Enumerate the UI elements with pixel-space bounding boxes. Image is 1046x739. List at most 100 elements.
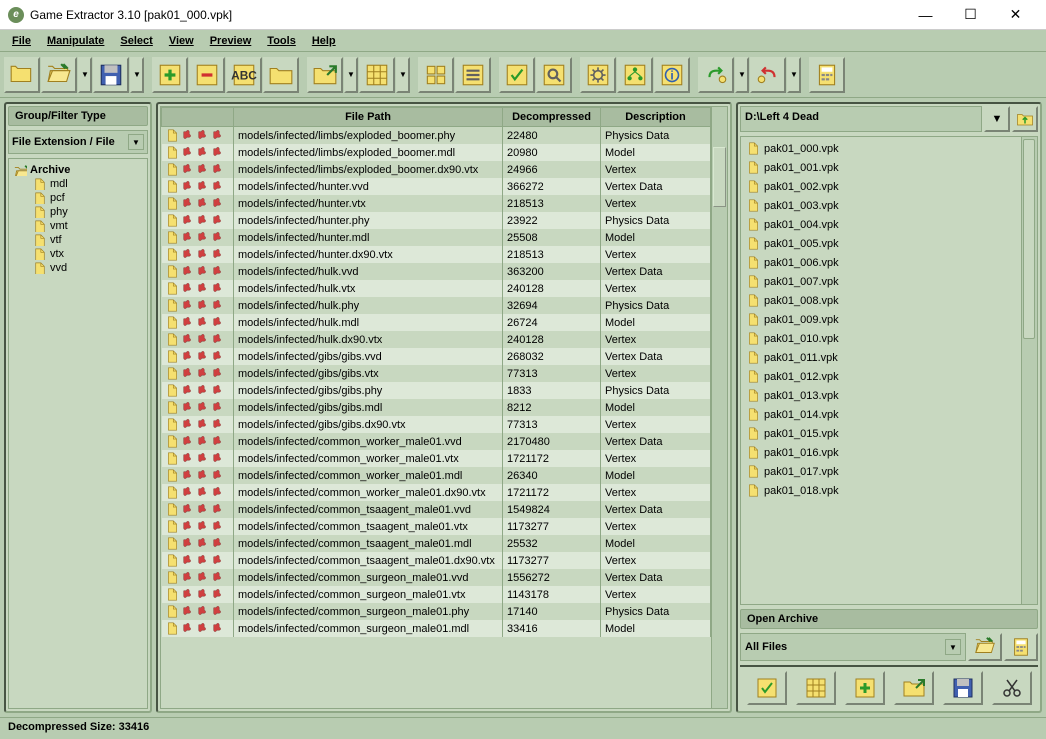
table-row[interactable]: models/infected/hunter.phy23922Physics D… — [162, 212, 711, 229]
redo-dropdown[interactable]: ▼ — [735, 57, 749, 93]
file-item[interactable]: pak01_014.vpk — [743, 405, 1035, 424]
table-row[interactable]: models/infected/hulk.vtx240128Vertex — [162, 280, 711, 297]
file-item[interactable]: pak01_003.vpk — [743, 196, 1035, 215]
settings-button[interactable] — [580, 57, 616, 93]
table-row[interactable]: models/infected/gibs/gibs.dx90.vtx77313V… — [162, 416, 711, 433]
file-item[interactable]: pak01_006.vpk — [743, 253, 1035, 272]
table-row[interactable]: models/infected/hunter.mdl25508Model — [162, 229, 711, 246]
file-item[interactable]: pak01_004.vpk — [743, 215, 1035, 234]
table-row[interactable]: models/infected/common_tsaagent_male01.v… — [162, 501, 711, 518]
tree-item[interactable]: vtx — [13, 247, 143, 261]
table-row[interactable]: models/infected/gibs/gibs.phy1833Physics… — [162, 382, 711, 399]
menu-view[interactable]: View — [161, 33, 202, 49]
table-row[interactable]: models/infected/limbs/exploded_boomer.ph… — [162, 127, 711, 145]
browse-button[interactable] — [968, 633, 1002, 661]
extract-button[interactable] — [263, 57, 299, 93]
table-row[interactable]: models/infected/common_worker_male01.dx9… — [162, 484, 711, 501]
tree-item[interactable]: vvd — [13, 261, 143, 275]
menu-tools[interactable]: Tools — [259, 33, 304, 49]
file-scrollbar[interactable] — [1021, 137, 1037, 604]
action-4-button[interactable] — [894, 671, 934, 705]
new-button[interactable] — [4, 57, 40, 93]
file-table[interactable]: File PathDecompressedDescription models/… — [161, 107, 711, 637]
redo-button[interactable] — [698, 57, 734, 93]
table-row[interactable]: models/infected/hunter.dx90.vtx218513Ver… — [162, 246, 711, 263]
archive-tree[interactable]: Archivemdlpcfphyvmtvtfvtxvvd — [8, 158, 148, 709]
file-item[interactable]: pak01_005.vpk — [743, 234, 1035, 253]
close-button[interactable]: ✕ — [993, 1, 1038, 29]
tree-item[interactable]: mdl — [13, 177, 143, 191]
file-item[interactable]: pak01_009.vpk — [743, 310, 1035, 329]
search-button[interactable] — [536, 57, 572, 93]
vertical-scrollbar[interactable] — [711, 107, 727, 708]
menu-select[interactable]: Select — [112, 33, 160, 49]
file-item[interactable]: pak01_018.vpk — [743, 481, 1035, 500]
open-button[interactable] — [41, 57, 77, 93]
table-row[interactable]: models/infected/hulk.dx90.vtx240128Verte… — [162, 331, 711, 348]
calc-button-2[interactable] — [1004, 633, 1038, 661]
tree-item[interactable]: pcf — [13, 191, 143, 205]
table-row[interactable]: models/infected/hunter.vvd366272Vertex D… — [162, 178, 711, 195]
path-field[interactable]: D:\Left 4 Dead — [740, 106, 982, 132]
undo-button[interactable] — [750, 57, 786, 93]
file-item[interactable]: pak01_017.vpk — [743, 462, 1035, 481]
up-folder-button[interactable] — [1012, 106, 1038, 132]
table-button[interactable] — [359, 57, 395, 93]
export-dropdown[interactable]: ▼ — [344, 57, 358, 93]
tree-item[interactable]: vmt — [13, 219, 143, 233]
export-button[interactable] — [307, 57, 343, 93]
filter-type-combo[interactable]: File Extension / File ▼ — [8, 130, 148, 154]
info-button[interactable] — [654, 57, 690, 93]
file-item[interactable]: pak01_010.vpk — [743, 329, 1035, 348]
file-filter-combo[interactable]: All Files ▼ — [740, 633, 966, 661]
file-item[interactable]: pak01_013.vpk — [743, 386, 1035, 405]
verify-button[interactable] — [499, 57, 535, 93]
table-row[interactable]: models/infected/common_tsaagent_male01.m… — [162, 535, 711, 552]
select-all-button[interactable] — [418, 57, 454, 93]
save-button[interactable] — [93, 57, 129, 93]
menu-help[interactable]: Help — [304, 33, 344, 49]
undo-dropdown[interactable]: ▼ — [787, 57, 801, 93]
table-row[interactable]: models/infected/gibs/gibs.mdl8212Model — [162, 399, 711, 416]
table-row[interactable]: models/infected/common_worker_male01.vvd… — [162, 433, 711, 450]
column-header[interactable]: Description — [601, 108, 711, 127]
action-5-button[interactable] — [943, 671, 983, 705]
action-1-button[interactable] — [747, 671, 787, 705]
file-item[interactable]: pak01_011.vpk — [743, 348, 1035, 367]
add-button[interactable] — [152, 57, 188, 93]
column-header[interactable]: Decompressed — [503, 108, 601, 127]
open-dropdown[interactable]: ▼ — [78, 57, 92, 93]
list-button[interactable] — [455, 57, 491, 93]
table-row[interactable]: models/infected/common_surgeon_male01.md… — [162, 620, 711, 637]
table-row[interactable]: models/infected/common_tsaagent_male01.d… — [162, 552, 711, 569]
tree-item[interactable]: vtf — [13, 233, 143, 247]
column-header[interactable] — [162, 108, 234, 127]
table-row[interactable]: models/infected/hunter.vtx218513Vertex — [162, 195, 711, 212]
action-3-button[interactable] — [845, 671, 885, 705]
table-row[interactable]: models/infected/hulk.vvd363200Vertex Dat… — [162, 263, 711, 280]
remove-button[interactable] — [189, 57, 225, 93]
file-item[interactable]: pak01_016.vpk — [743, 443, 1035, 462]
table-row[interactable]: models/infected/common_worker_male01.mdl… — [162, 467, 711, 484]
action-2-button[interactable] — [796, 671, 836, 705]
table-row[interactable]: models/infected/common_surgeon_male01.vt… — [162, 586, 711, 603]
file-item[interactable]: pak01_008.vpk — [743, 291, 1035, 310]
menu-manipulate[interactable]: Manipulate — [39, 33, 112, 49]
table-row[interactable]: models/infected/common_tsaagent_male01.v… — [162, 518, 711, 535]
table-row[interactable]: models/infected/gibs/gibs.vtx77313Vertex — [162, 365, 711, 382]
maximize-button[interactable]: ☐ — [948, 1, 993, 29]
table-row[interactable]: models/infected/limbs/exploded_boomer.md… — [162, 144, 711, 161]
file-item[interactable]: pak01_001.vpk — [743, 158, 1035, 177]
rename-button[interactable] — [226, 57, 262, 93]
minimize-button[interactable]: — — [903, 1, 948, 29]
file-item[interactable]: pak01_007.vpk — [743, 272, 1035, 291]
file-browser[interactable]: pak01_000.vpkpak01_001.vpkpak01_002.vpkp… — [740, 136, 1038, 605]
table-row[interactable]: models/infected/common_surgeon_male01.ph… — [162, 603, 711, 620]
path-dropdown-button[interactable]: ▼ — [984, 106, 1010, 132]
file-item[interactable]: pak01_000.vpk — [743, 139, 1035, 158]
table-row[interactable]: models/infected/common_surgeon_male01.vv… — [162, 569, 711, 586]
table-row[interactable]: models/infected/hulk.mdl26724Model — [162, 314, 711, 331]
calc-button[interactable] — [809, 57, 845, 93]
tree-root[interactable]: Archive — [13, 163, 143, 177]
file-item[interactable]: pak01_002.vpk — [743, 177, 1035, 196]
